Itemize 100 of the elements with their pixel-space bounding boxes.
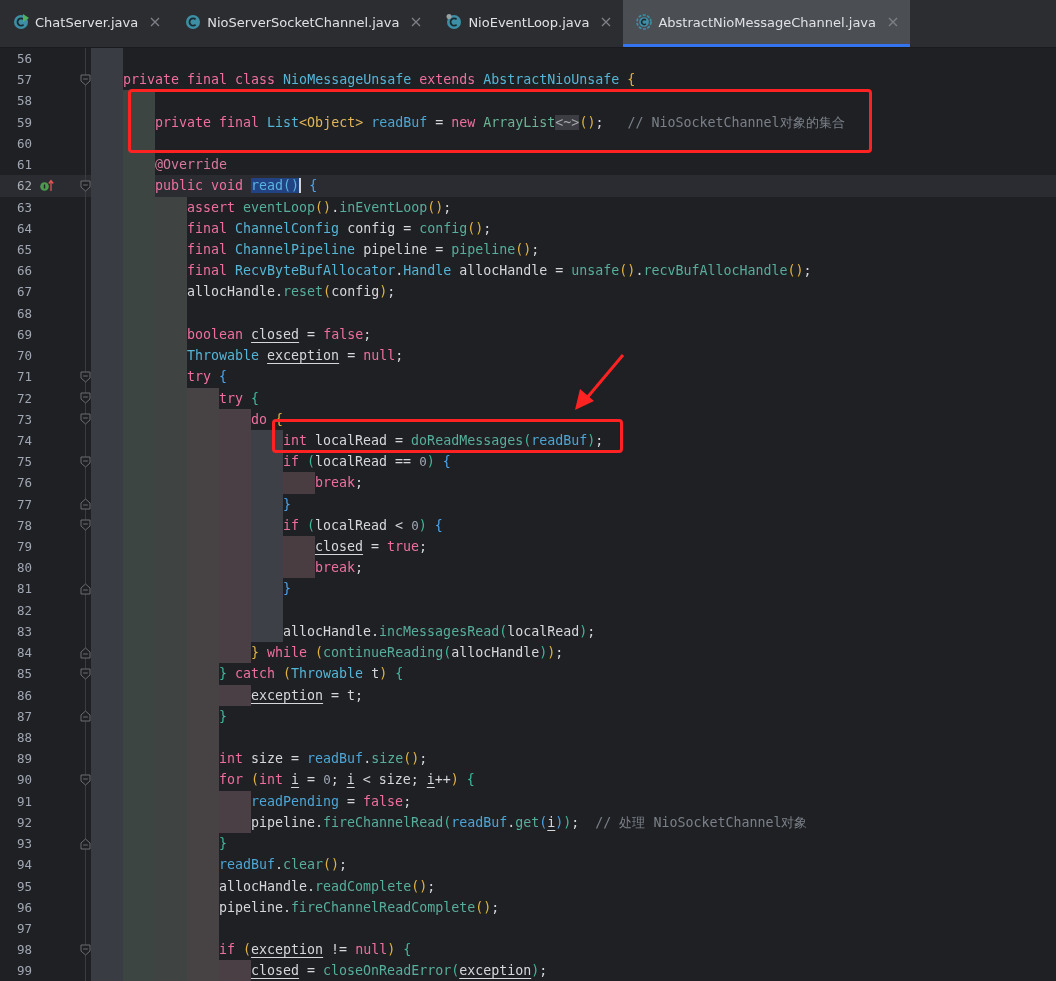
line-number: 79 <box>15 538 32 557</box>
code-line: closed = closeOnReadError(exception); <box>91 960 548 981</box>
arrow-drawing <box>572 353 626 413</box>
line-number: 88 <box>15 729 32 747</box>
line-number: 56 <box>15 50 32 68</box>
code-line: closed = true; <box>91 536 428 558</box>
file-tab[interactable]: ChatServer.java <box>0 0 173 47</box>
close-icon[interactable] <box>601 17 612 27</box>
line-number: 69 <box>15 325 32 344</box>
line-number: 99 <box>15 962 32 981</box>
file-tab[interactable]: NioServerSocketChannel.java <box>172 0 434 47</box>
code-line: if (localRead < 0) { <box>91 514 443 537</box>
close-icon[interactable] <box>150 17 161 27</box>
code-line: if (exception != null) { <box>91 939 412 961</box>
line-number: 83 <box>15 622 32 641</box>
fold-icon[interactable] <box>80 774 91 787</box>
indent-guide <box>91 132 155 155</box>
line-number: 82 <box>15 601 32 620</box>
line-number: 91 <box>15 792 32 811</box>
fold-end-icon[interactable] <box>80 583 91 596</box>
fold-icon[interactable] <box>80 392 91 405</box>
line-number: 84 <box>15 644 32 663</box>
line-number: 61 <box>15 156 32 175</box>
code-line: public void read() { <box>91 175 318 197</box>
line-number: 67 <box>15 283 32 302</box>
line-number: 93 <box>15 835 32 854</box>
code-line: pipeline.fireChannelReadComplete(); <box>91 896 500 918</box>
fold-icon[interactable] <box>80 519 91 532</box>
line-number: 73 <box>15 410 32 429</box>
code-line: if (localRead == 0) { <box>91 451 451 473</box>
line-number: 94 <box>15 856 32 875</box>
indent-guide <box>91 48 123 70</box>
code-line: allocHandle.incMessagesRead(localRead); <box>91 620 596 643</box>
fold-end-icon[interactable] <box>80 837 91 850</box>
line-number: 76 <box>15 474 32 493</box>
line-number: 92 <box>15 813 32 832</box>
line-number: 89 <box>15 750 32 769</box>
fold-end-icon[interactable] <box>80 646 91 659</box>
line-number: 80 <box>15 559 32 578</box>
override-icon[interactable] <box>40 179 54 193</box>
line-number: 78 <box>15 516 32 535</box>
line-number: 81 <box>15 580 32 599</box>
code-line: readBuf.clear(); <box>91 854 348 876</box>
fold-icon[interactable] <box>80 370 91 383</box>
code-line: final RecvByteBufAllocator.Handle allocHandle = unsafe().recvBufAllocHandle(); <box>91 260 812 282</box>
line-number: 66 <box>15 262 32 281</box>
code-line: private final List<Object> readBuf = new ArrayList<~>(); // NioSocketChannel对象的集合 <box>91 111 845 133</box>
fold-icon[interactable] <box>80 413 91 426</box>
fold-end-icon[interactable] <box>80 498 91 511</box>
code-line: readPending = false; <box>91 790 412 812</box>
code-line: final ChannelPipeline pipeline = pipeline(); <box>91 238 540 261</box>
fold-icon[interactable] <box>80 943 91 956</box>
file-tab[interactable]: AbstractNioMessageChannel.java <box>623 0 911 47</box>
line-number: 63 <box>15 198 32 217</box>
code-line: pipeline.fireChannelRead(readBuf.get(i)); // 处理 NioSocketChannel对象 <box>91 811 808 834</box>
line-number: 86 <box>15 686 32 705</box>
line-number: 75 <box>15 453 32 472</box>
line-number: 90 <box>15 771 32 790</box>
close-icon[interactable] <box>411 17 422 27</box>
code-line: Throwable exception = null; <box>91 345 404 367</box>
line-number: 59 <box>15 113 32 132</box>
line-number: 95 <box>15 877 32 896</box>
code-line: int size = readBuf.size(); <box>91 748 428 770</box>
code-line: for (int i = 0; i < size; i++) { <box>91 769 475 791</box>
line-number: 77 <box>15 495 32 514</box>
file-tab[interactable]: NioEventLoop.java <box>433 0 624 47</box>
close-icon[interactable] <box>888 17 899 27</box>
code-line: private final class NioMessageUnsafe extends AbstractNioUnsafe { <box>91 69 636 91</box>
code-line: try { <box>91 387 260 409</box>
line-number: 64 <box>15 219 32 238</box>
code-line: } while (continueReading(allocHandle)); <box>91 642 564 664</box>
code-line: break; <box>91 557 364 579</box>
fold-end-icon[interactable] <box>80 710 91 723</box>
line-number: 57 <box>15 71 32 90</box>
fold-icon[interactable] <box>80 455 91 468</box>
line-number: 85 <box>15 665 32 684</box>
class-icon <box>446 14 463 30</box>
code-line: } <box>91 493 291 515</box>
line-number: 97 <box>15 919 32 938</box>
code-line: } <box>91 705 227 727</box>
code-line: boolean closed = false; <box>91 323 372 346</box>
line-number: 87 <box>15 707 32 726</box>
code-line: break; <box>91 472 364 494</box>
line-number: 65 <box>15 240 32 259</box>
line-number: 71 <box>15 368 32 387</box>
fold-icon[interactable] <box>80 73 91 86</box>
line-number: 98 <box>15 941 32 960</box>
class-icon <box>185 14 202 30</box>
code-line: } <box>91 833 227 855</box>
code-line: int localRead = doReadMessages(readBuf); <box>91 429 604 452</box>
code-line: } catch (Throwable t) { <box>91 663 404 685</box>
indent-guide <box>91 90 155 112</box>
line-number: 60 <box>15 134 32 153</box>
fold-icon[interactable] <box>80 179 91 192</box>
code-line: allocHandle.reset(config); <box>91 281 396 303</box>
code-line: } <box>91 578 291 600</box>
line-number: 68 <box>15 304 32 323</box>
code-line: assert eventLoop().inEventLoop(); <box>91 196 452 218</box>
line-number: 62 <box>15 177 32 196</box>
fold-icon[interactable] <box>80 667 91 680</box>
